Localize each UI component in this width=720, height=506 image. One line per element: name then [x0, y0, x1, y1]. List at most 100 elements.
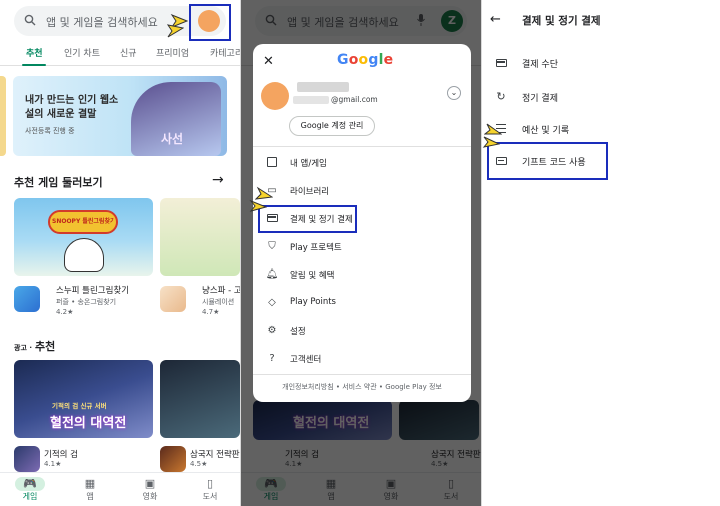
app-icon[interactable]	[14, 286, 40, 312]
arrow-right-icon[interactable]: →	[212, 172, 224, 188]
nav-apps-label: 앱	[86, 492, 94, 501]
gear-icon: ⚙	[267, 325, 277, 336]
gamepad-icon: 🎮	[10, 477, 50, 491]
menu-item-label: 라이브러리	[290, 187, 330, 197]
menu-item-play-points[interactable]: ◇ Play Points	[253, 290, 471, 316]
banner-title: 내가 만드는 인기 웹소설의 새로운 결말	[25, 95, 119, 120]
app-icon[interactable]	[160, 286, 186, 312]
highlight-box-avatar	[189, 4, 231, 41]
category-tabs: 추천 인기 차트 신규 프리미엄 카테고리	[0, 40, 240, 66]
account-avatar	[261, 82, 289, 110]
app-name[interactable]: 스누피 틀린그림찾기	[56, 284, 129, 296]
page-title: 결제 및 정기 결제	[522, 15, 601, 27]
banner-artwork: 사선	[131, 82, 221, 156]
book-icon: ▯	[206, 477, 214, 490]
game-card-image[interactable]: SNOOPY 틀린그림찾기	[14, 198, 153, 276]
pointer-arrow-icon	[166, 24, 184, 38]
promo-banner[interactable]: 내가 만드는 인기 웹소설의 새로운 결말 사전등록 진행 중 사선	[13, 76, 227, 156]
game-logo: SNOOPY 틀린그림찾기	[48, 210, 118, 234]
payments-item-budget-history[interactable]: 예산 및 기록	[482, 114, 720, 144]
game-card-image[interactable]	[160, 198, 240, 276]
nav-games[interactable]: 🎮게임	[10, 477, 50, 502]
app-name[interactable]: 기적의 검	[44, 448, 78, 460]
shield-icon: ⛉	[268, 241, 276, 252]
film-icon: ▣	[144, 477, 156, 490]
menu-item-notifications[interactable]: 🔔︎ 알림 및 혜택	[253, 262, 471, 288]
ad-section-title: 광고 · 추천	[14, 338, 55, 354]
chevron-down-icon[interactable]: ⌄	[447, 86, 461, 100]
google-logo-letter: g	[368, 52, 379, 68]
app-icon[interactable]	[160, 446, 186, 472]
promo-caption: 기적의 검 신규 서버	[52, 402, 107, 410]
menu-item-label: 설정	[290, 327, 306, 337]
menu-item-label: Play 프로텍트	[290, 243, 342, 253]
search-placeholder: 앱 및 게임을 검색하세요	[46, 16, 158, 29]
tab-top-charts[interactable]: 인기 차트	[64, 46, 100, 59]
play-store-home-panel: 앱 및 게임을 검색하세요 추천 인기 차트 신규 프리미엄 카테고리 내가 만…	[0, 0, 240, 506]
menu-item-library[interactable]: ▭ 라이브러리	[253, 178, 471, 204]
close-icon[interactable]: ✕	[263, 54, 274, 69]
apps-grid-icon: ▦	[84, 477, 96, 490]
diamond-icon: ◇	[268, 297, 276, 308]
section-title-games: 추천 게임 둘러보기	[14, 176, 103, 189]
tab-categories[interactable]: 카테고리	[210, 46, 240, 59]
divider	[253, 374, 471, 375]
app-developer: 시뮬레이션	[202, 298, 235, 306]
menu-item-help[interactable]: ? 고객센터	[253, 346, 471, 372]
apps-grid-icon	[265, 156, 279, 170]
pointer-arrow-icon	[482, 136, 500, 148]
app-icon[interactable]	[14, 446, 40, 472]
active-tab-indicator	[22, 64, 46, 66]
payments-panel: ← 결제 및 정기 결제 결제 수단 ↻ 정기 결제 예산 및 기록 기프트 코…	[482, 0, 720, 506]
menu-item-label: 고객센터	[290, 355, 322, 365]
app-name[interactable]: 삼국지 전략판	[190, 448, 240, 460]
google-logo-letter: e	[383, 52, 394, 68]
search-icon	[24, 14, 36, 26]
tab-new[interactable]: 신규	[120, 46, 137, 59]
ad-section-label: 추천	[34, 340, 56, 353]
tab-premium[interactable]: 프리미엄	[156, 46, 189, 59]
ad-tag: 광고 ·	[14, 344, 32, 352]
menu-item-settings[interactable]: ⚙ 설정	[253, 318, 471, 344]
banner-subtitle: 사전등록 진행 중	[25, 127, 75, 135]
app-rating: 4.1★	[44, 460, 62, 468]
bottom-navigation: 🎮게임 ▦앱 ▣영화 ▯도서	[0, 472, 240, 506]
promo-card-image[interactable]	[160, 360, 240, 438]
menu-item-my-apps[interactable]: 내 앱/게임	[253, 150, 471, 176]
manage-account-button[interactable]: Google 계정 관리	[289, 116, 375, 136]
divider	[253, 146, 471, 147]
payments-item-label: 정기 결제	[522, 94, 558, 104]
app-rating: 4.2★	[56, 308, 74, 316]
app-rating: 4.7★	[202, 308, 220, 316]
account-email: @gmail.com	[331, 95, 378, 104]
nav-games-label: 게임	[22, 492, 38, 501]
payments-item-subscriptions[interactable]: ↻ 정기 결제	[482, 82, 720, 112]
menu-item-label: 알림 및 혜택	[290, 271, 335, 281]
bell-icon: 🔔︎	[265, 269, 279, 280]
game-image-text: SNOOPY 틀린그림찾기	[52, 218, 114, 225]
tab-recommended[interactable]: 추천	[26, 46, 43, 59]
banner-art-text: 사선	[161, 132, 184, 146]
banner-edge-image	[0, 76, 6, 156]
dialog-footer-links[interactable]: 개인정보처리방침 • 서비스 약관 • Google Play 정보	[253, 382, 471, 392]
nav-movies[interactable]: ▣ 영화	[130, 477, 170, 502]
menu-item-label: Play Points	[290, 297, 336, 307]
app-name[interactable]: 냥스파 - 고	[202, 284, 240, 296]
payments-item-payment-methods[interactable]: 결제 수단	[482, 48, 720, 78]
account-name-redacted	[297, 82, 349, 92]
nav-books[interactable]: ▯ 도서	[190, 477, 230, 502]
promo-card-image[interactable]: 기적의 검 신규 서버 혈전의 대역전	[14, 360, 153, 438]
highlight-box-payments	[258, 205, 357, 233]
menu-item-label: 내 앱/게임	[290, 159, 327, 169]
nav-movies-label: 영화	[142, 492, 158, 501]
google-logo-letter: o	[358, 52, 369, 68]
payments-item-label: 예산 및 기록	[522, 126, 570, 136]
nav-apps[interactable]: ▦앱	[70, 477, 110, 502]
snoopy-artwork	[64, 238, 104, 272]
account-menu-panel: 앱 및 게임을 검색하세요 Z 추천 인기 차트 혈전의 대역전 기적의 검 4…	[241, 0, 481, 506]
payments-item-label: 결제 수단	[522, 60, 558, 70]
menu-item-play-protect[interactable]: ⛉ Play 프로텍트	[253, 234, 471, 260]
google-logo-letter: o	[348, 52, 359, 68]
arrow-left-icon[interactable]: ←	[490, 12, 501, 27]
refresh-icon: ↻	[496, 90, 506, 103]
